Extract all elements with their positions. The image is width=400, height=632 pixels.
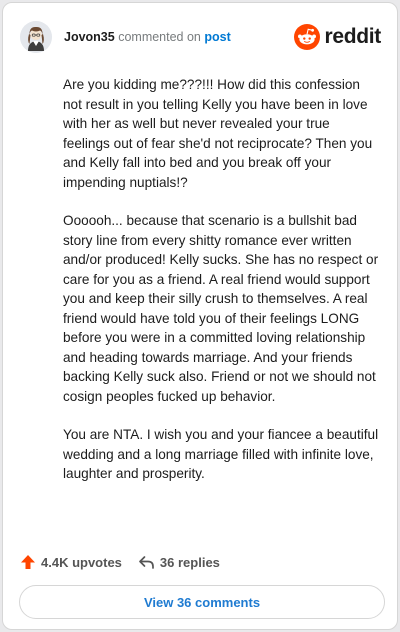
comment-paragraph-3: You are NTA. I wish you and your fiancee… [63,427,379,481]
comment-paragraph-2: Oooooh... because that scenario is a bul… [63,213,379,404]
post-link[interactable]: post [204,30,230,44]
reddit-alien-icon [294,24,321,50]
comment-card: Jovon35 commented on post reddit Are you… [2,2,398,630]
view-comments-button[interactable]: View 36 comments [19,585,385,619]
username-link[interactable]: Jovon35 [64,30,115,44]
reply-arrow-icon [139,556,154,569]
comment-byline: Jovon35 commented on post [64,30,231,44]
comment-paragraph-1: Are you kidding me???!!! How did this co… [63,77,373,190]
user-avatar-icon[interactable] [20,21,52,53]
brand-wordmark: reddit [324,25,381,48]
upvote-arrow-icon [21,555,35,569]
comment-body: Are you kidding me???!!! How did this co… [63,75,379,503]
comment-actions: 4.4K upvotes 36 replies [20,550,220,574]
reddit-logo[interactable]: reddit [294,24,381,50]
upvote-count: 4.4K upvotes [41,554,122,570]
upvote-button[interactable]: 4.4K upvotes [20,554,122,570]
replies-count: 36 replies [159,554,220,570]
comment-header: Jovon35 commented on post reddit [20,19,381,55]
action-text: commented on [118,30,201,44]
replies-button[interactable]: 36 replies [138,554,220,570]
